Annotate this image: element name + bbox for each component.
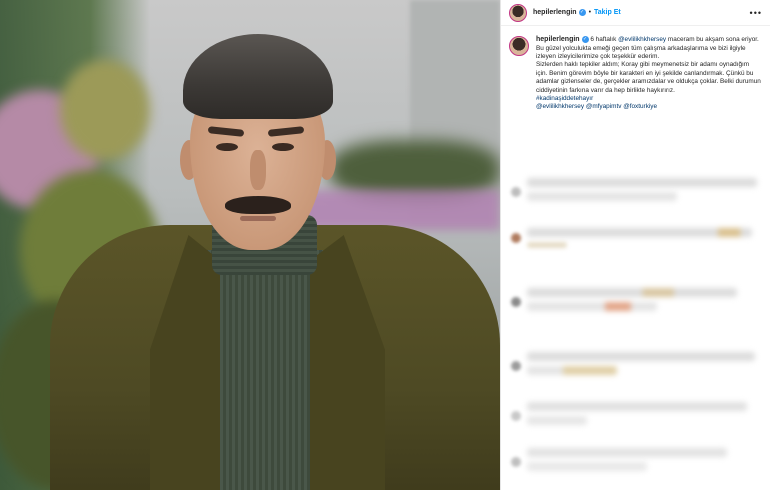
person-eye [216, 143, 238, 151]
comment-item[interactable] [511, 228, 752, 248]
comment-text-blurred [527, 366, 617, 375]
verified-badge-icon: ✓ [578, 9, 586, 16]
post-caption: hepilerlengin ✓ 6 haftalık @evlilikhkhers… [501, 26, 770, 118]
more-options-icon[interactable]: ••• [750, 8, 762, 18]
comment-item[interactable] [511, 402, 747, 430]
caption-text: maceram bu akşam sona eriyor. [666, 36, 759, 44]
comment-avatar [511, 233, 521, 243]
person-eye [272, 143, 294, 151]
comment-avatar [511, 411, 521, 421]
person-mustache [225, 196, 291, 214]
comment-text-blurred [527, 302, 657, 311]
comment-text-blurred [527, 448, 727, 457]
follow-button[interactable]: Takip Et [594, 9, 621, 16]
comment-item[interactable] [511, 352, 755, 380]
comment-text-blurred [527, 288, 737, 297]
header-username[interactable]: hepilerlengin [533, 9, 577, 16]
comment-text-blurred [527, 192, 677, 201]
background-foliage [60, 60, 150, 160]
comment-item[interactable] [511, 448, 727, 476]
comment-avatar [511, 187, 521, 197]
hashtag-link[interactable]: #kadinaşiddetehayır [536, 95, 761, 103]
caption-line-1: hepilerlengin ✓ 6 haftalık @evlilikhkhers… [536, 36, 761, 45]
verified-badge-icon: ✓ [581, 36, 589, 43]
comment-item[interactable] [511, 178, 757, 206]
comment-text-blurred [527, 416, 587, 425]
comment-avatar [511, 457, 521, 467]
avatar[interactable] [509, 3, 527, 22]
mention-link[interactable]: @evlilikhkhersey [536, 103, 584, 110]
comment-meta-blurred [527, 242, 567, 248]
person-mouth [240, 216, 276, 221]
post-header: hepilerlengin ✓ • Takip Et ••• [501, 0, 770, 26]
mention-link[interactable]: @foxturkiye [623, 103, 657, 110]
comment-text-blurred [527, 178, 757, 187]
background-stripe [300, 190, 500, 230]
mention-link[interactable]: @mfyapimtv [586, 103, 622, 110]
person-hair [183, 34, 333, 119]
comment-item[interactable] [511, 288, 737, 316]
comment-text-blurred [527, 352, 755, 361]
comment-text-blurred [527, 462, 647, 471]
caption-paragraph: Bu güzel yolculukta emeği geçen tüm çalı… [536, 44, 746, 60]
mention-link[interactable]: @evlilikhkhersey [618, 36, 666, 43]
caption-username[interactable]: hepilerlengin [536, 36, 580, 43]
post-image[interactable] [0, 0, 500, 490]
caption-mentions: @evlilikhkhersey @mfyapimtv @foxturkiye [536, 103, 761, 111]
caption-text: 6 haftalık [588, 36, 619, 44]
caption-avatar[interactable] [509, 36, 529, 56]
separator-dot: • [588, 9, 592, 16]
comment-avatar [511, 297, 521, 307]
person-nose [250, 150, 266, 190]
comment-text-blurred [527, 402, 747, 411]
person-sweater [205, 250, 323, 490]
caption-paragraph: Sizlerden haklı tepkiler aldım; Koray gi… [536, 61, 761, 94]
post-side-panel: hepilerlengin ✓ • Takip Et ••• hepilerle… [500, 0, 770, 490]
comment-text-blurred [527, 228, 752, 237]
comment-avatar [511, 361, 521, 371]
